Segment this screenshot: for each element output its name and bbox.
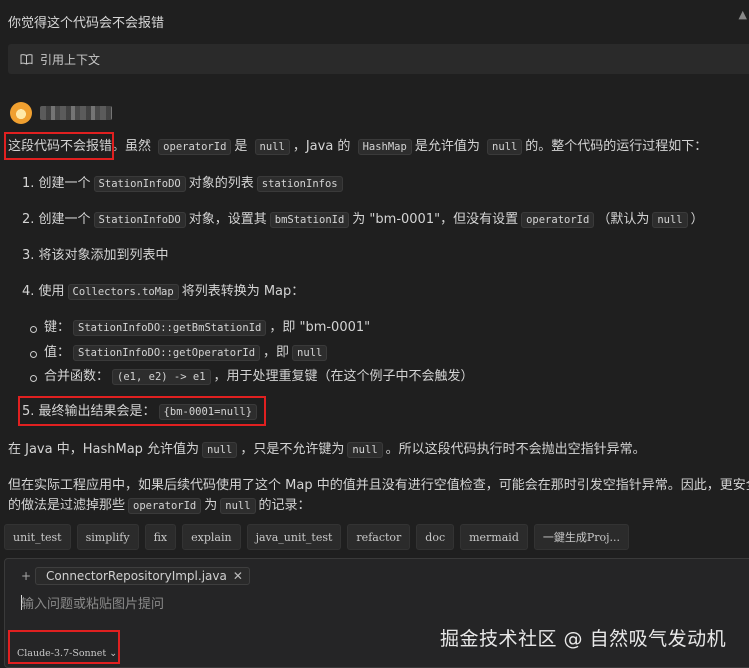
answer-intro: 这段代码不会报错。虽然 operatorId 是 null ，Java 的 Hash… (8, 139, 708, 155)
model-name: Claude-3.7-Sonnet (17, 648, 107, 659)
model-selector[interactable]: Claude-3.7-Sonnet ⌄ (17, 648, 117, 659)
chat-input[interactable]: 输入问题或粘贴图片提问 (21, 593, 164, 612)
code-operatorId: operatorId (158, 139, 232, 155)
book-icon (20, 53, 34, 65)
code-result: {bm-0001=null} (158, 404, 258, 420)
list-item: 键： StationInfoDO::getBmStationId ，即 "bm-00… (29, 318, 370, 338)
list-item: 值： StationInfoDO::getOperatorId ，即 null (29, 343, 330, 363)
answer-paragraph: 的做法是过滤掉那些 operatorId 为 null 的记录： (8, 498, 311, 514)
list-item: 4. 使用 Collectors.toMap 将列表转换为 Map： (22, 284, 305, 300)
context-file-chip[interactable]: ConnectorRepositoryImpl.java ✕ (35, 567, 250, 585)
quick-action-java-unit-test[interactable]: java_unit_test (246, 524, 342, 550)
avatar (10, 102, 32, 124)
quick-action-mermaid[interactable]: mermaid (460, 524, 528, 550)
quick-action-simplify[interactable]: simplify (76, 524, 139, 550)
quick-action-unit-test[interactable]: unit_test (4, 524, 71, 550)
scroll-up-arrow-icon[interactable]: ▲ (739, 8, 747, 21)
add-context-icon[interactable]: + (21, 569, 31, 583)
list-item: 合并函数： (e1, e2) -> e1 ，用于处理重复键（在这个例子中不会触发） (30, 367, 474, 387)
quick-action-fix[interactable]: fix (144, 524, 177, 550)
list-item: 2. 创建一个 StationInfoDO 对象，设置其 bmStationId 为 "… (22, 212, 704, 228)
final-result-step: 5. 最终输出结果会是： {bm-0001=null} (22, 402, 260, 422)
blurred-username (40, 106, 112, 120)
answer-paragraph: 但在实际工程应用中，如果后续代码使用了这个 Map 中的值并且没有进行空值检查，… (8, 478, 749, 493)
quick-actions: unit_test simplify fix explain java_unit… (4, 524, 630, 550)
chevron-down-icon: ⌄ (109, 648, 118, 659)
watermark: 掘金技术社区 @ 自然吸气发动机 (440, 628, 727, 650)
quick-action-generate-project[interactable]: 一鍵生成Proj... (533, 524, 630, 550)
list-item: 1. 创建一个 StationInfoDO 对象的列表 stationInfos (22, 174, 346, 194)
reference-context-button[interactable]: 引用上下文 (8, 44, 749, 74)
close-icon[interactable]: ✕ (233, 569, 243, 583)
chat-input-panel: + ConnectorRepositoryImpl.java ✕ 输入问题或粘贴… (4, 558, 749, 668)
no-error-statement: 这段代码不会报错 (8, 139, 113, 154)
answer-paragraph: 在 Java 中，HashMap 允许值为 null ，只是不允许键为 null 。所以… (8, 442, 646, 458)
list-item: 3. 将该对象添加到列表中 (22, 248, 169, 263)
quick-action-refactor[interactable]: refactor (347, 524, 411, 550)
reference-context-label: 引用上下文 (40, 52, 101, 67)
quick-action-doc[interactable]: doc (416, 524, 455, 550)
quick-action-explain[interactable]: explain (182, 524, 241, 550)
file-chip-label: ConnectorRepositoryImpl.java (46, 569, 227, 583)
user-question: 你觉得这个代码会不会报错 (8, 16, 165, 31)
